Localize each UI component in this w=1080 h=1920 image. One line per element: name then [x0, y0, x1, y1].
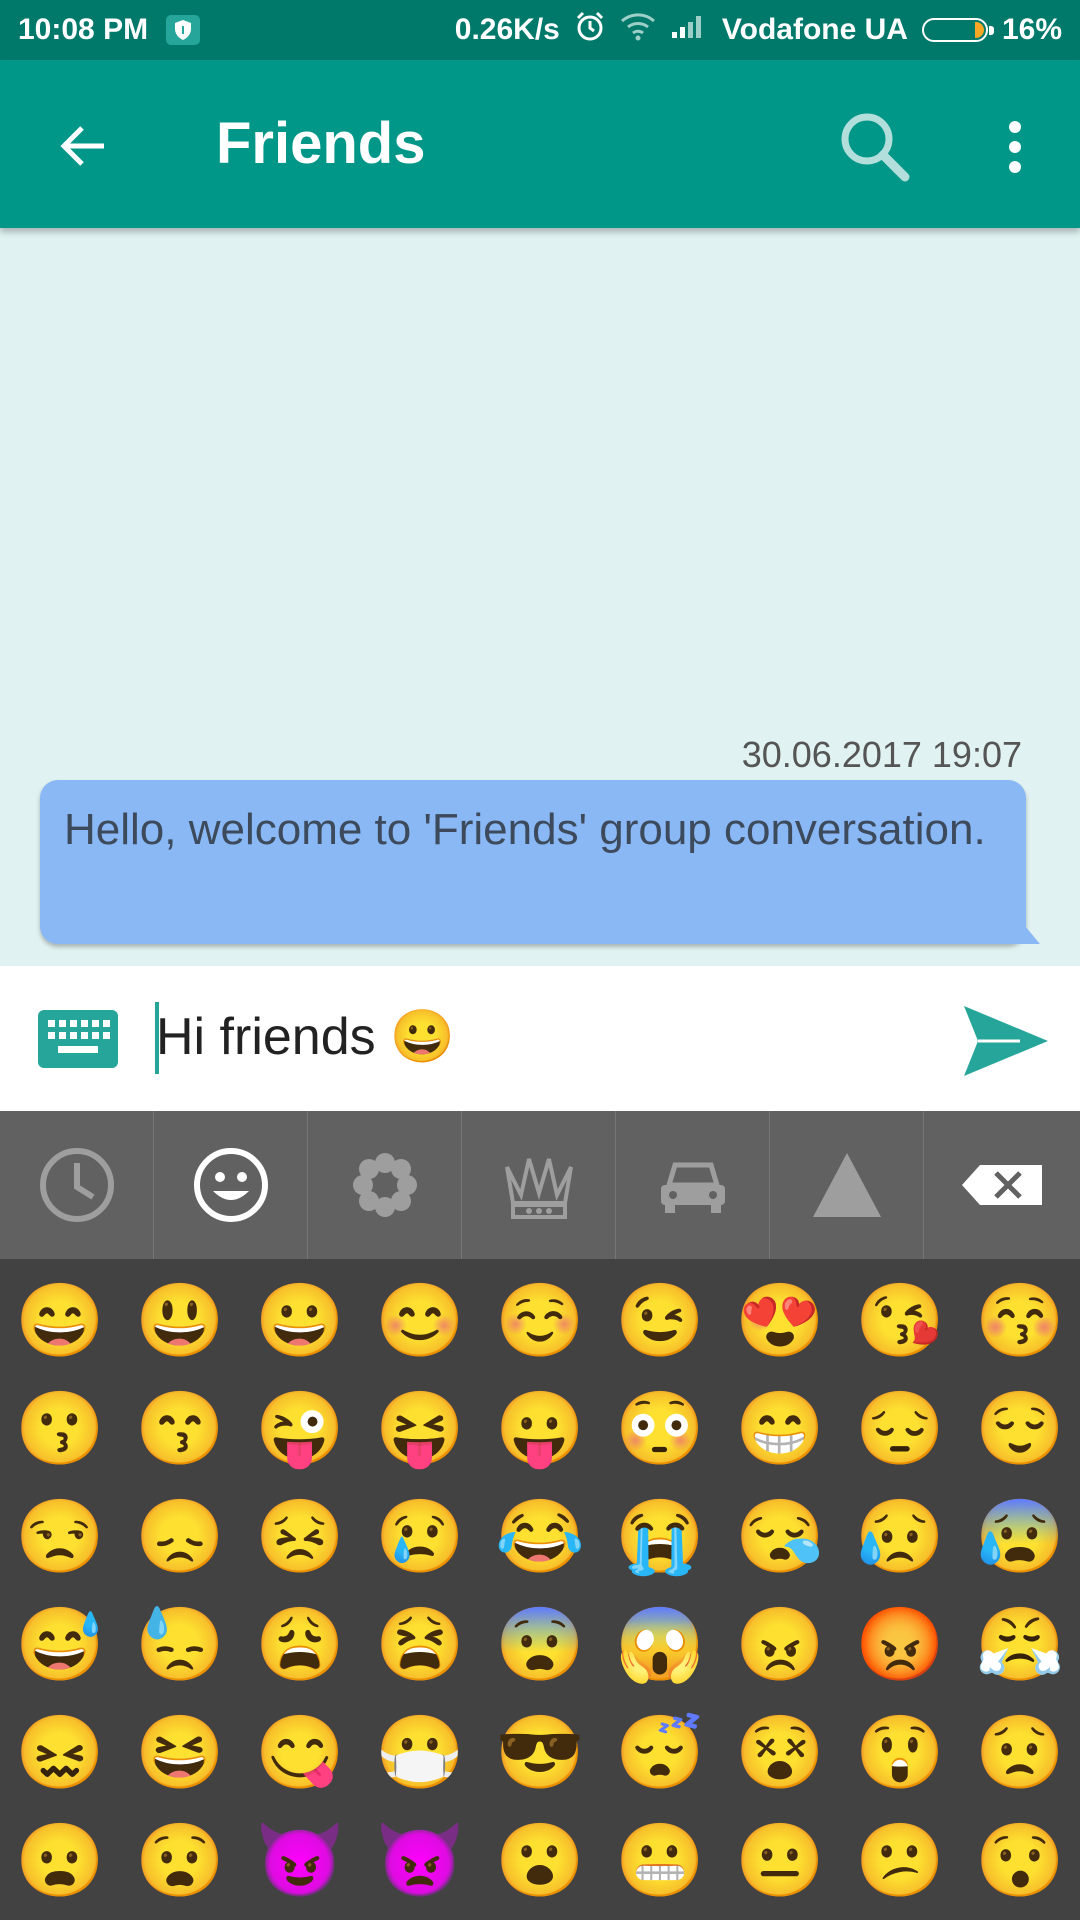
- emoji-key[interactable]: 😙: [120, 1375, 240, 1483]
- emoji-key[interactable]: 😕: [840, 1807, 960, 1915]
- status-bar: 10:08 PM 0.26K/s Vodafone UA 16%: [0, 0, 1080, 60]
- arrow-left-icon: [60, 126, 104, 166]
- emoji-key[interactable]: 😬: [600, 1807, 720, 1915]
- emoji-key[interactable]: 😰: [960, 1483, 1080, 1591]
- emoji-key[interactable]: 😄: [0, 1267, 120, 1375]
- emoji-key[interactable]: 😐: [720, 1807, 840, 1915]
- emoji-key[interactable]: 😠: [720, 1591, 840, 1699]
- send-button[interactable]: [960, 1002, 1050, 1080]
- alarm-icon: [574, 10, 606, 50]
- emoji-key[interactable]: 😳: [600, 1375, 720, 1483]
- battery-icon: [921, 18, 994, 42]
- emoji-key[interactable]: 😃: [120, 1267, 240, 1375]
- tab-nature[interactable]: [308, 1111, 462, 1259]
- emoji-key[interactable]: 😫: [360, 1591, 480, 1699]
- message-bubble[interactable]: Hello, welcome to 'Friends' group conver…: [40, 780, 1026, 944]
- emoji-key[interactable]: 😖: [0, 1699, 120, 1807]
- keyboard-icon: [48, 1020, 110, 1053]
- emoji-grid: 😄 😃 😀 😊 ☺️ 😉 😍 😘 😚 😗 😙 😜 😝 😛 😳 😁 😔 😌 😒 😞 😣 😢 😂 😭 😪 😥 😰 😅 😓 😩 😫 😨 😱 😠 😡 😤 😖 😆 😋…: [0, 1259, 1080, 1920]
- emoji-key[interactable]: 😉: [600, 1267, 720, 1375]
- emoji-category-bar: [0, 1111, 1080, 1259]
- emoji-key[interactable]: 😂: [480, 1483, 600, 1591]
- message-input[interactable]: [152, 996, 936, 1076]
- emoji-key[interactable]: 😍: [720, 1267, 840, 1375]
- emoji-key[interactable]: 😊: [360, 1267, 480, 1375]
- emoji-key[interactable]: 😒: [0, 1483, 120, 1591]
- emoji-key[interactable]: 😛: [480, 1375, 600, 1483]
- emoji-key[interactable]: 😀: [240, 1267, 360, 1375]
- emoji-key[interactable]: 😎: [480, 1699, 600, 1807]
- more-vert-icon: [1009, 121, 1021, 173]
- emoji-key[interactable]: 😓: [120, 1591, 240, 1699]
- send-icon: [964, 1006, 1048, 1076]
- flower-icon: [352, 1153, 417, 1217]
- crown-icon: [504, 1158, 573, 1219]
- emoji-key[interactable]: 😘: [840, 1267, 960, 1375]
- emoji-key[interactable]: 😝: [360, 1375, 480, 1483]
- tab-places[interactable]: [616, 1111, 770, 1259]
- emoji-key[interactable]: 😭: [600, 1483, 720, 1591]
- emoji-key[interactable]: 😨: [480, 1591, 600, 1699]
- shield-icon: [166, 15, 201, 45]
- emoji-key[interactable]: 😯: [960, 1807, 1080, 1915]
- search-button[interactable]: [830, 102, 920, 192]
- tab-recent[interactable]: [0, 1111, 154, 1259]
- emoji-key[interactable]: 😩: [240, 1591, 360, 1699]
- emoji-key[interactable]: 😞: [120, 1483, 240, 1591]
- emoji-key[interactable]: 😔: [840, 1375, 960, 1483]
- search-icon: [841, 113, 910, 182]
- emoji-key[interactable]: 😲: [840, 1699, 960, 1807]
- emoji-key[interactable]: 😦: [0, 1807, 120, 1915]
- battery-percent: 16%: [1001, 13, 1062, 46]
- signal-icon: [670, 12, 708, 48]
- tab-objects[interactable]: [462, 1111, 616, 1259]
- emoji-key[interactable]: 😧: [120, 1807, 240, 1915]
- composer-bar: [0, 966, 1080, 1111]
- emoji-key[interactable]: 😈: [240, 1807, 360, 1915]
- chat-area[interactable]: 30.06.2017 19:07 Hello, welcome to 'Frie…: [0, 228, 1080, 966]
- emoji-key[interactable]: 😥: [840, 1483, 960, 1591]
- carrier-name: Vodafone UA: [721, 13, 908, 46]
- emoji-key[interactable]: 😱: [600, 1591, 720, 1699]
- tab-symbols[interactable]: [770, 1111, 924, 1259]
- tab-people[interactable]: [154, 1111, 308, 1259]
- emoji-key[interactable]: 😣: [240, 1483, 360, 1591]
- emoji-key[interactable]: 😜: [240, 1375, 360, 1483]
- car-icon: [660, 1162, 725, 1213]
- emoji-key[interactable]: 😗: [0, 1375, 120, 1483]
- emoji-key[interactable]: 😴: [600, 1699, 720, 1807]
- emoji-key[interactable]: 😢: [360, 1483, 480, 1591]
- emoji-key[interactable]: 😚: [960, 1267, 1080, 1375]
- keyboard-toggle-button[interactable]: [38, 1010, 118, 1068]
- emoji-key[interactable]: 😷: [360, 1699, 480, 1807]
- more-options-button[interactable]: [985, 102, 1045, 192]
- emoji-key[interactable]: 😋: [240, 1699, 360, 1807]
- message-bubble-tail: [1010, 908, 1040, 944]
- emoji-key[interactable]: ☺️: [480, 1267, 600, 1375]
- emoji-key[interactable]: 😅: [0, 1591, 120, 1699]
- page-title: Friends: [216, 111, 426, 176]
- message-timestamp: 30.06.2017 19:07: [741, 734, 1022, 775]
- emoji-key[interactable]: 😁: [720, 1375, 840, 1483]
- status-time: 10:08 PM: [18, 13, 149, 46]
- emoji-key[interactable]: 👿: [360, 1807, 480, 1915]
- emoji-key[interactable]: 😌: [960, 1375, 1080, 1483]
- emoji-key[interactable]: 😟: [960, 1699, 1080, 1807]
- emoji-key[interactable]: 😵: [720, 1699, 840, 1807]
- emoji-key[interactable]: 😪: [720, 1483, 840, 1591]
- backspace-button[interactable]: [924, 1111, 1080, 1259]
- emoji-key[interactable]: 😮: [480, 1807, 600, 1915]
- app-bar: Friends: [0, 60, 1080, 228]
- emoji-key[interactable]: 😆: [120, 1699, 240, 1807]
- triangle-icon: [812, 1153, 881, 1217]
- clock-icon: [39, 1148, 114, 1222]
- smiley-icon: [193, 1148, 268, 1222]
- backspace-icon: [962, 1165, 1042, 1205]
- emoji-key[interactable]: 😡: [840, 1591, 960, 1699]
- back-button[interactable]: [44, 106, 124, 186]
- emoji-key[interactable]: 😤: [960, 1591, 1080, 1699]
- wifi-icon: [620, 11, 656, 49]
- network-speed: 0.26K/s: [454, 13, 560, 46]
